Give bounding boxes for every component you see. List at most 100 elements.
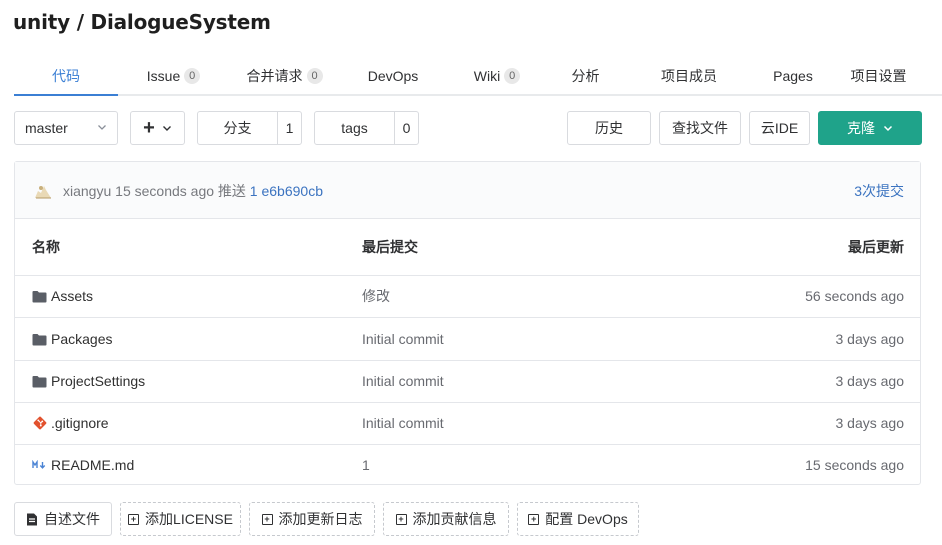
folder-icon xyxy=(32,289,47,304)
chevron-down-icon xyxy=(97,122,107,135)
configure-devops-label: 配置 DevOps xyxy=(545,511,628,527)
file-name-cell: Packages xyxy=(32,318,112,360)
file-name-link[interactable]: ProjectSettings xyxy=(51,373,145,389)
tab-count-badge: 0 xyxy=(184,68,201,84)
add-changelog-button[interactable]: + 添加更新日志 xyxy=(249,502,375,536)
file-last-commit[interactable]: 修改 xyxy=(362,275,390,317)
repo-title: unity / DialogueSystem xyxy=(13,10,271,34)
file-name-link[interactable]: README.md xyxy=(51,457,134,473)
find-file-button[interactable]: 查找文件 xyxy=(659,111,741,145)
table-row[interactable]: Packages Initial commit 3 days ago xyxy=(15,318,920,361)
file-name-cell: .gitignore xyxy=(32,402,109,444)
file-name-cell: Assets xyxy=(32,275,93,317)
tags-button[interactable]: tags 0 xyxy=(314,111,419,145)
commit-time: 15 seconds ago xyxy=(115,183,215,199)
tab-merge-requests[interactable]: 合并请求 0 xyxy=(229,58,340,94)
git-icon xyxy=(32,416,47,431)
file-last-commit[interactable]: Initial commit xyxy=(362,360,444,402)
table-row[interactable]: README.md 1 15 seconds ago xyxy=(15,444,920,486)
branches-label: 分支 xyxy=(223,120,252,136)
column-header-last-commit: 最后提交 xyxy=(362,238,418,255)
readme-button[interactable]: 自述文件 xyxy=(14,502,112,536)
cloud-ide-button[interactable]: 云IDE xyxy=(749,111,810,145)
tags-label: tags xyxy=(341,120,368,136)
file-name-cell: README.md xyxy=(32,444,134,486)
tab-label: 项目成员 xyxy=(661,68,717,84)
branch-select[interactable]: master xyxy=(14,111,118,145)
commit-summary: xiangyu 15 seconds ago 推送 1 e6b690cb xyxy=(63,181,323,201)
column-header-name: 名称 xyxy=(32,238,60,255)
folder-icon xyxy=(32,374,47,389)
tab-devops[interactable]: DevOps xyxy=(340,58,446,94)
file-name-link[interactable]: Packages xyxy=(51,331,112,347)
add-contributing-button[interactable]: + 添加贡献信息 xyxy=(383,502,509,536)
tab-label: 合并请求 xyxy=(246,68,303,84)
file-name-link[interactable]: .gitignore xyxy=(51,415,109,431)
tab-label: Issue xyxy=(146,68,181,84)
plus-square-icon: + xyxy=(528,513,540,525)
file-table-header: 名称 最后提交 最后更新 xyxy=(15,218,920,276)
column-header-last-update: 最后更新 xyxy=(848,238,904,255)
document-icon xyxy=(26,513,38,526)
file-last-updated: 3 days ago xyxy=(835,373,905,389)
commit-hash-link[interactable]: e6b690cb xyxy=(261,183,323,199)
tab-label: 分析 xyxy=(571,68,600,84)
add-changelog-label: 添加更新日志 xyxy=(278,511,363,527)
file-last-updated: 56 seconds ago xyxy=(805,288,904,304)
plus-icon: + xyxy=(143,117,155,139)
branch-select-value: master xyxy=(25,120,68,136)
clone-button[interactable]: 克隆 xyxy=(818,111,922,145)
tags-count: 0 xyxy=(394,112,418,144)
chevron-down-icon xyxy=(162,120,172,136)
file-last-commit[interactable]: 1 xyxy=(362,444,370,486)
tab-label: DevOps xyxy=(367,68,419,84)
tab-label: 项目设置 xyxy=(850,68,907,84)
add-contributing-label: 添加贡献信息 xyxy=(412,511,497,527)
commits-count-link[interactable]: 3次提交 xyxy=(854,181,904,201)
chevron-down-icon xyxy=(883,120,893,136)
file-browser-panel: xiangyu 15 seconds ago 推送 1 e6b690cb 3次提… xyxy=(14,161,921,485)
add-menu-button[interactable]: + xyxy=(130,111,185,145)
file-last-updated: 3 days ago xyxy=(835,331,905,347)
file-last-updated: 15 seconds ago xyxy=(805,457,904,473)
tab-members[interactable]: 项目成员 xyxy=(623,58,755,94)
file-last-commit[interactable]: Initial commit xyxy=(362,402,444,444)
table-row[interactable]: .gitignore Initial commit 3 days ago xyxy=(15,402,920,445)
tab-code[interactable]: 代码 xyxy=(14,58,118,96)
file-name-cell: ProjectSettings xyxy=(32,360,145,402)
tab-issue[interactable]: Issue 0 xyxy=(118,58,229,94)
file-name-link[interactable]: Assets xyxy=(51,288,93,304)
table-row[interactable]: ProjectSettings Initial commit 3 days ag… xyxy=(15,360,920,403)
avatar[interactable] xyxy=(34,181,52,199)
tab-bar: 代码 Issue 0 合并请求 0 DevOps Wiki 0 分析 项目成员 Pag… xyxy=(14,58,942,96)
plus-square-icon: + xyxy=(261,513,273,525)
tab-pages[interactable]: Pages xyxy=(755,58,831,94)
file-last-commit[interactable]: Initial commit xyxy=(362,318,444,360)
folder-icon xyxy=(32,332,47,347)
tab-label: Pages xyxy=(773,68,813,84)
plus-square-icon: + xyxy=(395,513,407,525)
tab-label: 代码 xyxy=(52,68,80,84)
configure-devops-button[interactable]: + 配置 DevOps xyxy=(517,502,639,536)
commit-message-link[interactable]: 1 xyxy=(250,183,258,199)
tab-count-badge: 0 xyxy=(306,68,323,84)
commit-action: 推送 xyxy=(217,183,246,199)
branches-count: 1 xyxy=(277,112,301,144)
branches-button[interactable]: 分支 1 xyxy=(197,111,302,145)
readme-label: 自述文件 xyxy=(44,511,100,527)
tab-label: Wiki xyxy=(473,68,501,84)
add-license-button[interactable]: + 添加LICENSE xyxy=(120,502,241,536)
tab-wiki[interactable]: Wiki 0 xyxy=(446,58,548,94)
tab-settings[interactable]: 项目设置 xyxy=(831,58,926,94)
markdown-icon xyxy=(32,458,47,473)
tab-analytics[interactable]: 分析 xyxy=(548,58,623,94)
table-row[interactable]: Assets 修改 56 seconds ago xyxy=(15,275,920,318)
tab-count-badge: 0 xyxy=(504,68,521,84)
plus-square-icon: + xyxy=(128,513,140,525)
add-license-label: 添加LICENSE xyxy=(145,511,233,527)
file-last-updated: 3 days ago xyxy=(835,415,905,431)
clone-label: 克隆 xyxy=(847,120,875,136)
history-button[interactable]: 历史 xyxy=(567,111,651,145)
last-commit-bar: xiangyu 15 seconds ago 推送 1 e6b690cb 3次提… xyxy=(15,162,920,219)
commit-author[interactable]: xiangyu xyxy=(63,183,111,199)
